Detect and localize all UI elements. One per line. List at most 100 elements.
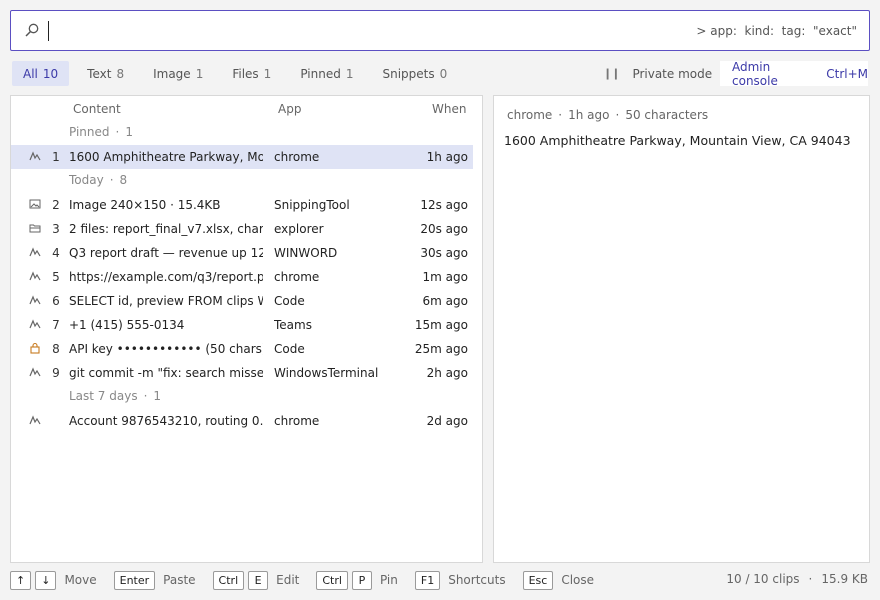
row-when: 25m ago [414, 342, 468, 356]
clip-row[interactable]: 5 https://example.com/q3/report.p... chr… [11, 265, 473, 289]
row-when: 1m ago [422, 270, 468, 284]
filter-count: 0 [439, 66, 448, 81]
row-number: 2 [52, 198, 60, 212]
row-when: 2h ago [426, 366, 468, 380]
folder-icon [29, 222, 41, 234]
row-when: 6m ago [422, 294, 468, 308]
clip-row[interactable]: 8 API key •••••••••••• (50 chars) Code 2… [11, 337, 473, 361]
key-p: P [351, 570, 372, 590]
filter-count: 10 [42, 66, 59, 81]
lock-icon [29, 342, 41, 354]
row-when: 2d ago [426, 414, 468, 428]
clip-row[interactable]: 6 SELECT id, preview FROM clips W... Cod… [11, 289, 473, 313]
clip-row[interactable]: Account 9876543210, routing 0... chrome … [11, 409, 473, 433]
row-content: Image 240×150 · 15.4KB [69, 198, 221, 212]
private-mode-toggle[interactable]: ❙❙ Private mode [603, 61, 712, 86]
text-icon [29, 150, 41, 162]
filter-label: Snippets [382, 66, 435, 81]
clip-row[interactable]: 9 git commit -m "fix: search misse... Wi… [11, 361, 473, 385]
clip-list: Content App When Pinned · 1 1 1600 Amphith… [10, 95, 483, 563]
filter-all[interactable]: All 10 [12, 61, 70, 86]
row-when: 30s ago [420, 246, 468, 260]
filter-files[interactable]: Files 1 [221, 61, 282, 86]
search-input[interactable] [47, 19, 667, 43]
preview-length: 50 characters [625, 108, 709, 122]
filter-image[interactable]: Image 1 [142, 61, 214, 86]
filter-count: 1 [195, 66, 204, 81]
search-syntax-hint: > app: kind: tag: "exact" [696, 24, 857, 38]
filter-count: 1 [345, 66, 354, 81]
filter-count: 1 [263, 66, 272, 81]
group-count: 1 [125, 125, 133, 139]
column-header-content[interactable]: Content [73, 102, 121, 116]
storage-size: 15.9 KB [821, 572, 868, 586]
preview-text[interactable]: 1600 Amphitheatre Parkway, Mountain View… [504, 133, 851, 148]
filter-pinned[interactable]: Pinned 1 [289, 61, 364, 86]
row-content: +1 (415) 555-0134 [69, 318, 185, 332]
column-header-app[interactable]: App [278, 102, 301, 116]
shortcut-close-label: Close [561, 573, 595, 587]
row-number: 1 [52, 150, 60, 164]
shortcut-bar: ↑ ↓ Move Enter Paste Ctrl E Edit Ctrl P … [10, 570, 611, 590]
admin-console-button[interactable]: Admin console Ctrl+M [720, 60, 868, 88]
clip-count: 10 / 10 clips [726, 572, 800, 586]
filter-snippets[interactable]: Snippets 0 [371, 61, 458, 86]
row-number: 6 [52, 294, 60, 308]
row-content: 1600 Amphitheatre Parkway, Mo... [69, 150, 263, 164]
filter-text[interactable]: Text 8 [76, 61, 135, 86]
row-app: Teams [274, 318, 312, 332]
key-enter: Enter [113, 570, 156, 590]
text-icon [29, 414, 41, 426]
key-ctrl: Ctrl [316, 570, 348, 590]
key-up: ↑ [10, 570, 32, 590]
row-when: 12s ago [420, 198, 468, 212]
row-app: WindowsTerminal [274, 366, 379, 380]
key-f1: F1 [414, 570, 441, 590]
row-number: 8 [52, 342, 60, 356]
filter-label: Pinned [300, 66, 341, 81]
filter-label: Text [87, 66, 112, 81]
row-content: Account 9876543210, routing 0... [69, 414, 263, 428]
status-stats: 10 / 10 clips · 15.9 KB [726, 572, 868, 586]
text-icon [29, 318, 41, 330]
search-bar[interactable]: > app: kind: tag: "exact" [10, 10, 870, 51]
group-count: 8 [119, 173, 128, 187]
filter-count: 8 [116, 66, 125, 81]
key-down: ↓ [35, 570, 57, 590]
preview-pane: chrome · 1h ago · 50 characters 1600 Amphith… [493, 95, 870, 563]
private-mode-label: Private mode [632, 66, 713, 81]
group-name: Pinned [69, 125, 110, 139]
clip-row[interactable]: 4 Q3 report draft — revenue up 12... WIN… [11, 241, 473, 265]
image-icon [29, 198, 41, 210]
clip-row[interactable]: 2 Image 240×150 · 15.4KB SnippingTool 12… [11, 193, 473, 217]
filter-label: Image [153, 66, 191, 81]
group-header-last-7-days: Last 7 days · 1 [69, 389, 162, 403]
filter-label: Files [232, 66, 259, 81]
row-number: 7 [52, 318, 60, 332]
row-app: chrome [274, 270, 320, 284]
clip-row[interactable]: 3 2 files: report_final_v7.xlsx, chart..… [11, 217, 473, 241]
preview-meta: chrome · 1h ago · 50 characters [507, 108, 709, 122]
text-icon [29, 270, 41, 282]
row-number: 3 [52, 222, 60, 236]
filter-bar: All 10 Text 8 Image 1 Files 1 Pinned 1 Snippe… [12, 61, 465, 86]
row-app: Code [274, 342, 305, 356]
clip-row[interactable]: 1 1600 Amphitheatre Parkway, Mo... chrom… [11, 145, 473, 169]
shortcut-move-label: Move [64, 573, 97, 587]
text-caret [48, 21, 49, 41]
row-content: 2 files: report_final_v7.xlsx, chart.... [69, 222, 263, 236]
text-icon [29, 294, 41, 306]
row-content: SELECT id, preview FROM clips W... [69, 294, 263, 308]
row-content: API key •••••••••••• (50 chars) [69, 342, 263, 356]
shortcut-help-label: Shortcuts [448, 573, 506, 587]
row-app: Code [274, 294, 305, 308]
filter-label: All [23, 66, 38, 81]
group-name: Today [69, 173, 104, 187]
column-header-when[interactable]: When [432, 102, 466, 116]
row-app: explorer [274, 222, 324, 236]
group-header-pinned: Pinned · 1 [69, 125, 133, 139]
row-app: chrome [274, 150, 320, 164]
admin-console-shortcut: Ctrl+M [826, 66, 868, 81]
row-when: 15m ago [414, 318, 468, 332]
clip-row[interactable]: 7 +1 (415) 555-0134 Teams 15m ago [11, 313, 473, 337]
